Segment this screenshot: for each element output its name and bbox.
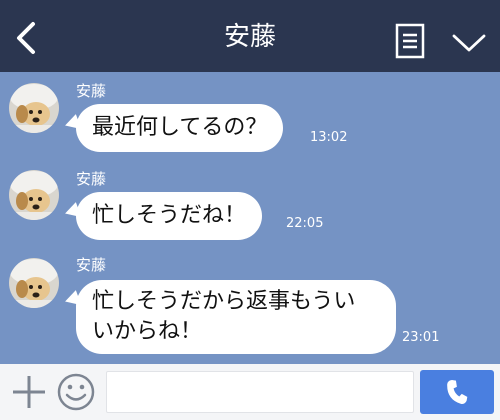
message-composer — [0, 364, 500, 420]
smiley-icon — [57, 373, 95, 411]
chevron-left-icon — [17, 22, 35, 54]
collapse-button[interactable] — [448, 26, 490, 60]
message-time: 13:02 — [310, 130, 348, 145]
menu-button[interactable] — [392, 22, 428, 60]
message-time: 22:05 — [286, 216, 324, 231]
dog-avatar-icon — [9, 258, 59, 308]
message-bubble[interactable]: 忙しそうだから返事もうい いからね！ — [76, 280, 396, 354]
message-bubble[interactable]: 忙しそうだね！ — [76, 192, 263, 240]
back-button[interactable] — [8, 18, 44, 58]
dog-avatar-icon — [9, 83, 59, 133]
emoji-button[interactable] — [56, 372, 96, 412]
message-text-line: いからね！ — [92, 319, 203, 344]
message-time: 23:01 — [402, 330, 440, 345]
avatar[interactable] — [9, 258, 59, 308]
message-text: 忙しそうだね！ — [92, 203, 247, 228]
chat-header: 安藤 — [0, 0, 500, 72]
plus-icon — [13, 376, 45, 408]
message-text-line: 忙しそうだから返事もうい — [92, 289, 356, 314]
avatar[interactable] — [9, 83, 59, 133]
phone-icon — [447, 379, 468, 404]
attach-button[interactable] — [10, 373, 48, 411]
sender-name: 安藤 — [76, 256, 107, 274]
avatar[interactable] — [9, 170, 59, 220]
list-icon — [395, 23, 425, 59]
sender-name: 安藤 — [76, 170, 107, 188]
chevron-down-icon — [452, 34, 486, 52]
message-input[interactable] — [106, 371, 414, 413]
dog-avatar-icon — [9, 170, 59, 220]
sender-name: 安藤 — [76, 82, 107, 100]
message-bubble[interactable]: 最近何してるの？ — [76, 104, 284, 152]
call-button[interactable] — [420, 370, 494, 414]
message-text: 最近何してるの？ — [92, 115, 268, 140]
chat-area[interactable]: 安藤 最近何してるの？ 13:02 安藤 忙しそうだね！ 22:05 安藤 忙し… — [0, 72, 500, 364]
